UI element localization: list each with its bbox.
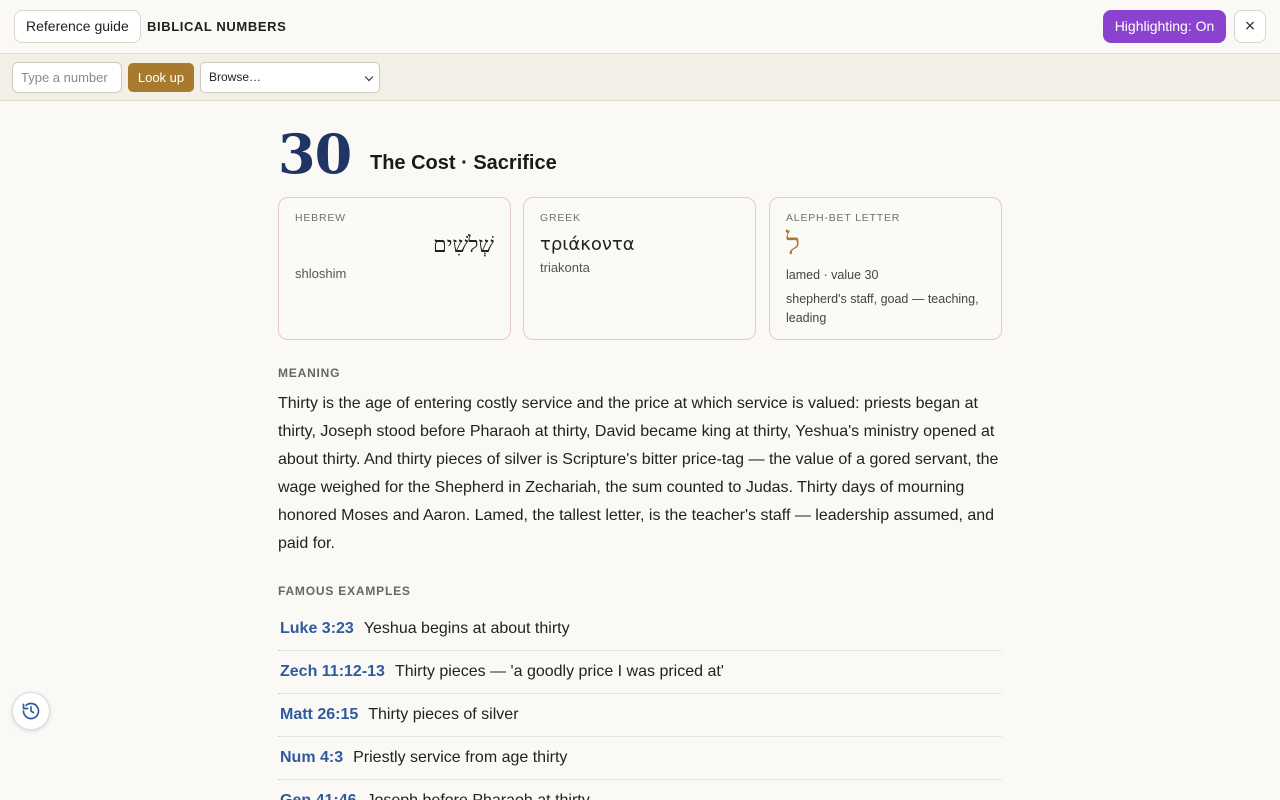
greek-transliteration: triakonta (540, 260, 590, 275)
scripture-link[interactable]: Matt 26:15 (280, 706, 358, 724)
highlighting-toggle-button[interactable]: Highlighting: On (1103, 10, 1226, 43)
app-title: BIBLICAL NUMBERS (147, 19, 287, 34)
letter-glyph: ל (786, 227, 801, 262)
letter-card: ALEPH-BET LETTER ל lamed · value 30 shep… (769, 197, 1002, 340)
entry-title: The Cost · Sacrifice (370, 152, 557, 174)
list-item: Matt 26:15 Thirty pieces of silver (278, 694, 1002, 737)
greek-card: GREEK τριάκοντα triakonta (523, 197, 756, 340)
scripture-link[interactable]: Luke 3:23 (280, 620, 354, 638)
scripture-link[interactable]: Gen 41:46 (280, 792, 356, 800)
letter-meaning: shepherd's staff, goad — teaching, leadi… (786, 292, 979, 325)
browse-select[interactable]: Browse… (200, 62, 380, 93)
hebrew-card: HEBREW שְׁלֹשִׁים shloshim (278, 197, 511, 340)
entry-number: 30 (278, 122, 352, 186)
history-button[interactable] (12, 692, 50, 730)
meaning-text: Thirty is the age of entering costly ser… (278, 395, 999, 552)
example-description: Thirty pieces — 'a goodly price I was pr… (394, 663, 724, 680)
chevron-down-icon (364, 72, 374, 82)
example-description: Thirty pieces of silver (368, 706, 519, 723)
examples-list: Luke 3:23 Yeshua begins at about thirty … (278, 608, 1002, 800)
scripture-link[interactable]: Num 4:3 (280, 749, 343, 767)
hebrew-transliteration: shloshim (295, 266, 347, 281)
letter-value: lamed · value 30 (786, 268, 879, 282)
list-item: Luke 3:23 Yeshua begins at about thirty (278, 608, 1002, 651)
close-button[interactable]: × (1234, 10, 1266, 43)
example-description: Yeshua begins at about thirty (363, 620, 570, 637)
list-item: Zech 11:12-13 Thirty pieces — 'a goodly … (278, 651, 1002, 694)
meaning-heading: MEANING (278, 366, 341, 380)
lookup-toolbar: Look up Browse… (0, 54, 1280, 101)
reference-guide-button[interactable]: Reference guide (14, 10, 141, 43)
number-input[interactable] (12, 62, 122, 93)
examples-heading: FAMOUS EXAMPLES (278, 584, 411, 598)
letter-label: ALEPH-BET LETTER (786, 212, 901, 224)
greek-word: τριάκοντα (540, 234, 635, 255)
greek-label: GREEK (540, 212, 581, 224)
browse-select-value: Browse… (209, 70, 262, 84)
scripture-link[interactable]: Zech 11:12-13 (280, 663, 385, 681)
example-description: Joseph before Pharaoh at thirty (366, 792, 589, 800)
list-item: Gen 41:46 Joseph before Pharaoh at thirt… (278, 780, 1002, 800)
example-description: Priestly service from age thirty (353, 749, 568, 766)
list-item: Num 4:3 Priestly service from age thirty (278, 737, 1002, 780)
hebrew-label: HEBREW (295, 212, 346, 224)
top-bar: Reference guide BIBLICAL NUMBERS Highlig… (0, 0, 1280, 54)
history-icon (22, 702, 40, 720)
hebrew-word: שְׁלֹשִׁים (433, 233, 494, 258)
look-up-button[interactable]: Look up (128, 63, 194, 92)
